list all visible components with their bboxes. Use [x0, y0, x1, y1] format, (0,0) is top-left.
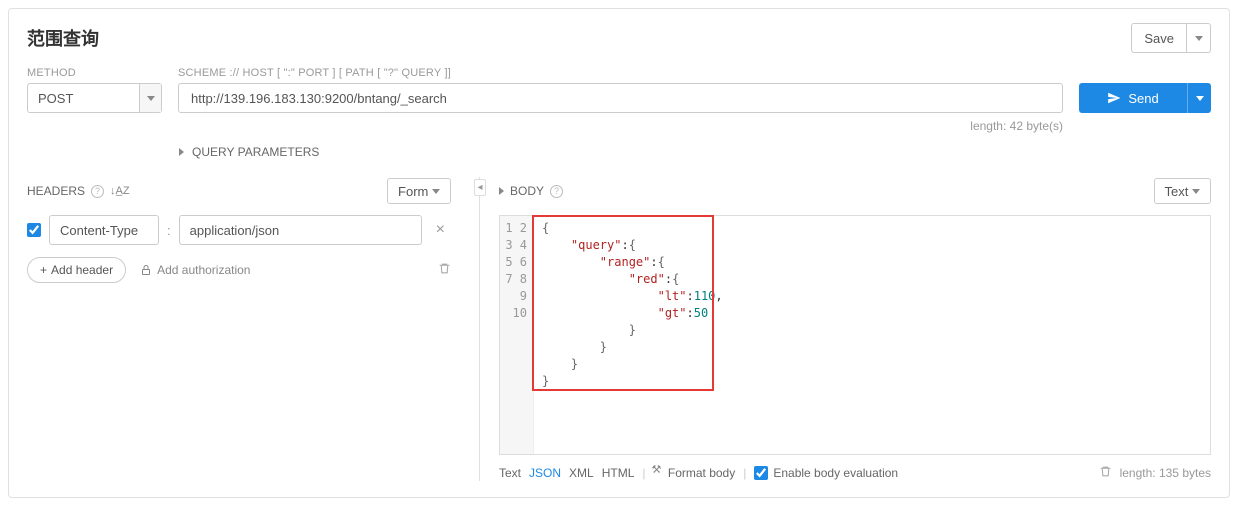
query-parameters-label: QUERY PARAMETERS	[192, 145, 319, 159]
body-type-xml[interactable]: XML	[569, 466, 594, 480]
url-length: length: 42 byte(s)	[178, 119, 1063, 133]
method-select[interactable]: POST	[27, 83, 162, 113]
pane-divider[interactable]: ◂	[467, 177, 493, 481]
collapse-handle-icon[interactable]: ◂	[474, 179, 485, 196]
headers-view-toggle[interactable]: Form	[387, 178, 451, 204]
send-button-group: Send	[1079, 83, 1211, 113]
header-value-input[interactable]	[179, 215, 422, 245]
headers-title-group: HEADERS ? ↓A̲Z	[27, 184, 130, 198]
query-parameters-toggle[interactable]: QUERY PARAMETERS	[179, 145, 1211, 159]
send-label: Send	[1128, 91, 1158, 106]
send-button[interactable]: Send	[1079, 83, 1187, 113]
form-label: Form	[398, 184, 428, 199]
body-footer-right: length: 135 bytes	[1099, 465, 1211, 481]
format-body-label: Format body	[668, 466, 735, 480]
sort-icon[interactable]: ↓A̲Z	[110, 185, 130, 197]
colon: :	[167, 223, 171, 238]
plus-icon: +	[40, 263, 47, 277]
send-column: Send	[1079, 67, 1211, 113]
body-footer: Text JSON XML HTML | Format body | Enabl…	[499, 465, 1211, 481]
caret-down-icon	[1196, 96, 1204, 101]
editor-gutter: 1 2 3 4 5 6 7 8 9 10	[500, 216, 534, 454]
body-type-html[interactable]: HTML	[602, 466, 635, 480]
caret-down-icon	[147, 96, 155, 101]
chevron-right-icon	[179, 148, 184, 156]
body-pane: BODY ? Text 1 2 3 4 5 6 7 8 9 10 { "quer…	[493, 177, 1211, 481]
add-auth-label: Add authorization	[157, 263, 250, 277]
header-actions: + Add header Add authorization	[27, 257, 451, 283]
caret-down-icon	[1195, 36, 1203, 41]
trash-icon	[1099, 465, 1112, 478]
chevron-right-icon[interactable]	[499, 187, 504, 195]
help-icon[interactable]: ?	[91, 185, 104, 198]
save-button-group: Save	[1131, 23, 1211, 53]
body-mode-toggle[interactable]: Text	[1154, 178, 1211, 204]
body-header: BODY ? Text	[499, 177, 1211, 205]
save-dropdown[interactable]	[1187, 23, 1211, 53]
body-type-text[interactable]: Text	[499, 466, 521, 480]
editor-wrapper: 1 2 3 4 5 6 7 8 9 10 { "query":{ "range"…	[499, 215, 1211, 455]
headers-title: HEADERS	[27, 184, 85, 198]
editor-code[interactable]: { "query":{ "range":{ "red":{ "lt":110, …	[534, 216, 731, 454]
add-authorization-button[interactable]: Add authorization	[140, 263, 250, 277]
enable-eval-toggle[interactable]: Enable body evaluation	[754, 466, 898, 480]
add-header-label: Add header	[51, 263, 113, 277]
wrench-icon	[654, 466, 665, 477]
trash-icon	[438, 262, 451, 275]
caret-down-icon	[432, 189, 440, 194]
method-value: POST	[28, 84, 139, 112]
separator: |	[743, 466, 746, 480]
url-column: SCHEME :// HOST [ ":" PORT ] [ PATH [ "?…	[178, 67, 1063, 133]
body-length: length: 135 bytes	[1120, 466, 1211, 480]
help-icon[interactable]: ?	[550, 185, 563, 198]
body-editor[interactable]: 1 2 3 4 5 6 7 8 9 10 { "query":{ "range"…	[499, 215, 1211, 455]
url-input[interactable]	[178, 83, 1063, 113]
split-area: HEADERS ? ↓A̲Z Form : × + Add header	[27, 177, 1211, 481]
headers-pane: HEADERS ? ↓A̲Z Form : × + Add header	[27, 177, 467, 481]
header-name-input[interactable]	[49, 215, 159, 245]
enable-eval-label: Enable body evaluation	[773, 466, 898, 480]
clear-body-button[interactable]	[1099, 465, 1112, 481]
page-title: 范围查询	[27, 25, 99, 51]
method-label: METHOD	[27, 67, 162, 79]
caret-down-icon	[1192, 189, 1200, 194]
body-type-json[interactable]: JSON	[529, 466, 561, 480]
headers-header: HEADERS ? ↓A̲Z Form	[27, 177, 451, 205]
enable-eval-checkbox[interactable]	[754, 466, 768, 480]
send-dropdown[interactable]	[1187, 83, 1211, 113]
separator: |	[642, 466, 645, 480]
request-panel: 范围查询 Save METHOD POST SCHEME :// HOST [ …	[8, 8, 1230, 498]
method-column: METHOD POST	[27, 67, 162, 113]
url-label: SCHEME :// HOST [ ":" PORT ] [ PATH [ "?…	[178, 67, 1063, 79]
header-enable-checkbox[interactable]	[27, 223, 41, 237]
clear-headers-button[interactable]	[438, 262, 451, 278]
format-body-button[interactable]: Format body	[654, 466, 736, 480]
add-header-button[interactable]: + Add header	[27, 257, 126, 283]
method-dropdown-toggle[interactable]	[139, 84, 161, 112]
send-icon	[1107, 91, 1121, 105]
body-title: BODY	[510, 184, 544, 198]
request-line: METHOD POST SCHEME :// HOST [ ":" PORT ]…	[27, 67, 1211, 133]
send-spacer	[1079, 67, 1211, 79]
body-mode-label: Text	[1165, 184, 1189, 199]
body-title-group: BODY ?	[499, 184, 563, 198]
top-row: 范围查询 Save	[27, 23, 1211, 53]
save-button[interactable]: Save	[1131, 23, 1187, 53]
remove-header-button[interactable]: ×	[430, 221, 451, 239]
header-row: : ×	[27, 215, 451, 245]
lock-icon	[140, 264, 152, 276]
